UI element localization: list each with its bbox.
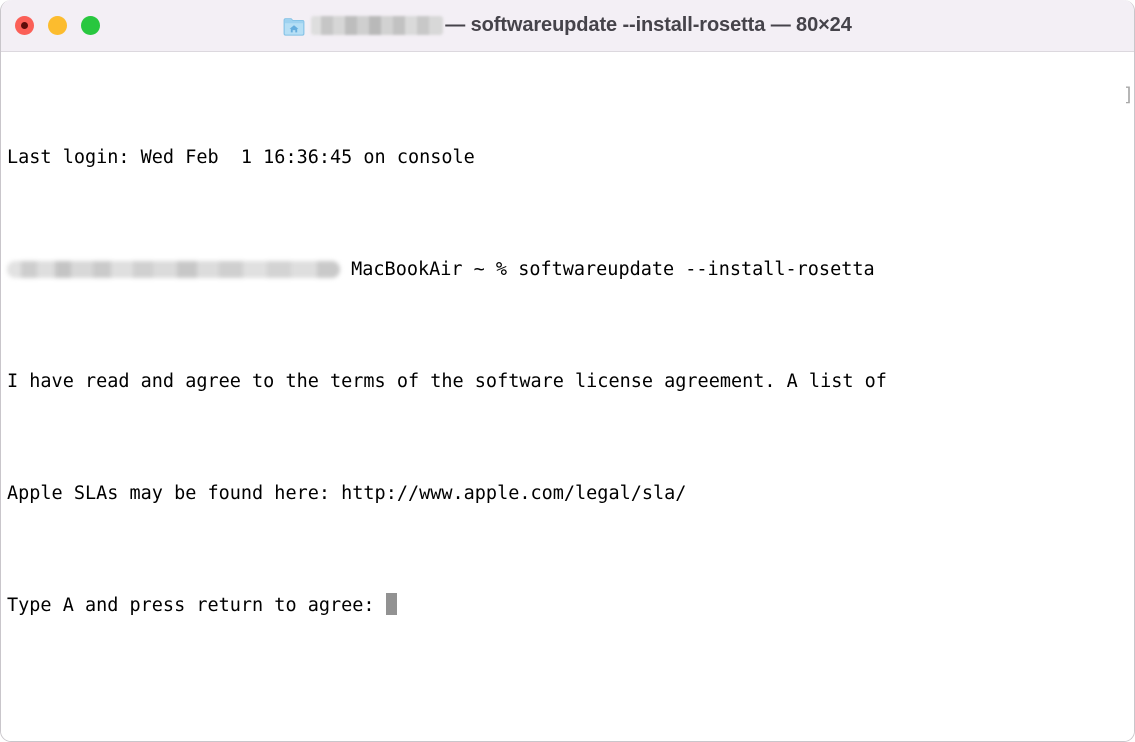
terminal-line-agree-prompt: Type A and press return to agree: xyxy=(7,592,1134,620)
terminal-screen: Last login: Wed Feb 1 16:36:45 on consol… xyxy=(7,60,1134,704)
terminal-window: — softwareupdate --install-rosetta — 80×… xyxy=(0,0,1135,742)
terminal-content-area[interactable]: Last login: Wed Feb 1 16:36:45 on consol… xyxy=(1,52,1134,741)
window-title: — softwareupdate --install-rosetta — 80×… xyxy=(445,14,852,36)
text-cursor xyxy=(385,593,397,615)
terminal-line-sla-url: Apple SLAs may be found here: http://www… xyxy=(7,483,687,504)
redacted-username-titlebar xyxy=(311,16,444,35)
home-folder-icon xyxy=(283,17,305,37)
prompt-command-text: MacBookAir ~ % softwareupdate --install-… xyxy=(340,259,875,280)
close-button-dot xyxy=(21,22,28,29)
window-title-group: — softwareupdate --install-rosetta — 80×… xyxy=(283,14,852,37)
agree-prompt-text: Type A and press return to agree: xyxy=(7,595,386,616)
terminal-line-license-agreement: I have read and agree to the terms of th… xyxy=(7,371,887,392)
right-edge-glyph: ] xyxy=(1122,85,1134,106)
traffic-light-buttons xyxy=(15,0,100,51)
zoom-window-button[interactable] xyxy=(81,16,100,35)
window-titlebar[interactable]: — softwareupdate --install-rosetta — 80×… xyxy=(1,0,1134,52)
terminal-line-last-login: Last login: Wed Feb 1 16:36:45 on consol… xyxy=(7,147,475,168)
close-window-button[interactable] xyxy=(15,16,34,35)
redacted-username-prompt xyxy=(7,261,340,278)
terminal-line-prompt-command: MacBookAir ~ % softwareupdate --install-… xyxy=(7,256,1134,284)
minimize-window-button[interactable] xyxy=(48,16,67,35)
